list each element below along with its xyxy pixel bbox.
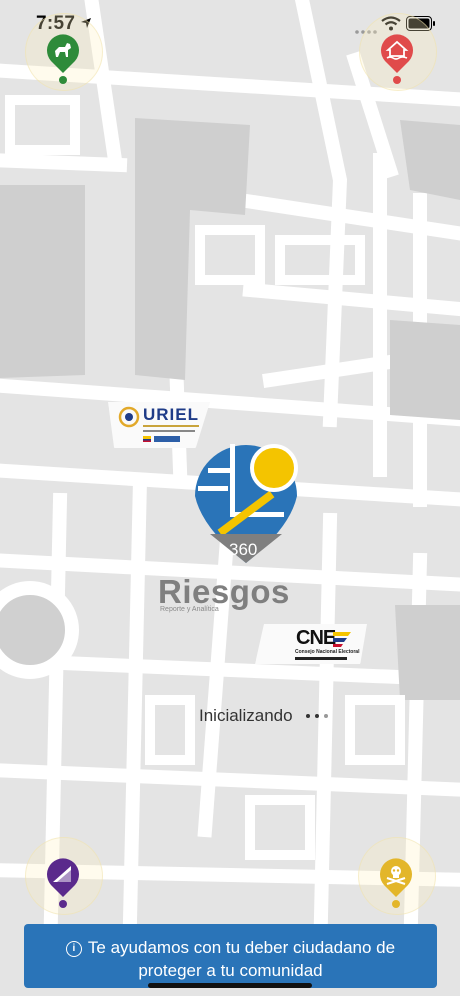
landslide-pin[interactable] [25, 837, 103, 915]
home-indicator[interactable] [148, 983, 312, 988]
cne-logo-card: CNE Consejo Nacional Electoral [255, 624, 367, 664]
dog-icon [47, 34, 79, 73]
info-banner[interactable]: i Te ayudamos con tu deber ciudadano de p… [24, 924, 437, 988]
toxic-pin[interactable] [358, 837, 436, 915]
colombia-flag-icon [143, 436, 151, 442]
flood-pin[interactable] [359, 13, 437, 91]
splash-screen: 7:57 URIEL 360 Riesgos Reporte y Analíti… [0, 0, 460, 996]
loading-text: Inicializando [199, 706, 293, 725]
info-icon: i [65, 941, 82, 957]
landslide-icon [47, 858, 79, 897]
uriel-logo-text: URIEL [143, 405, 199, 424]
uriel-emblem-icon [118, 406, 140, 428]
flood-house-icon [381, 34, 413, 73]
cne-stripes-icon [333, 632, 351, 647]
brand-tagline: Reporte y Analítica [160, 606, 219, 613]
cne-logo-text: CNE [296, 627, 336, 649]
dog-pin[interactable] [25, 13, 103, 91]
cne-subtitle: Consejo Nacional Electoral [295, 649, 360, 655]
loading-dots-icon [306, 714, 328, 718]
brand-badge: 360 [229, 540, 258, 559]
banner-message: Te ayudamos con tu deber ciudadano de pr… [87, 938, 396, 980]
skull-crossbones-icon [380, 858, 412, 897]
